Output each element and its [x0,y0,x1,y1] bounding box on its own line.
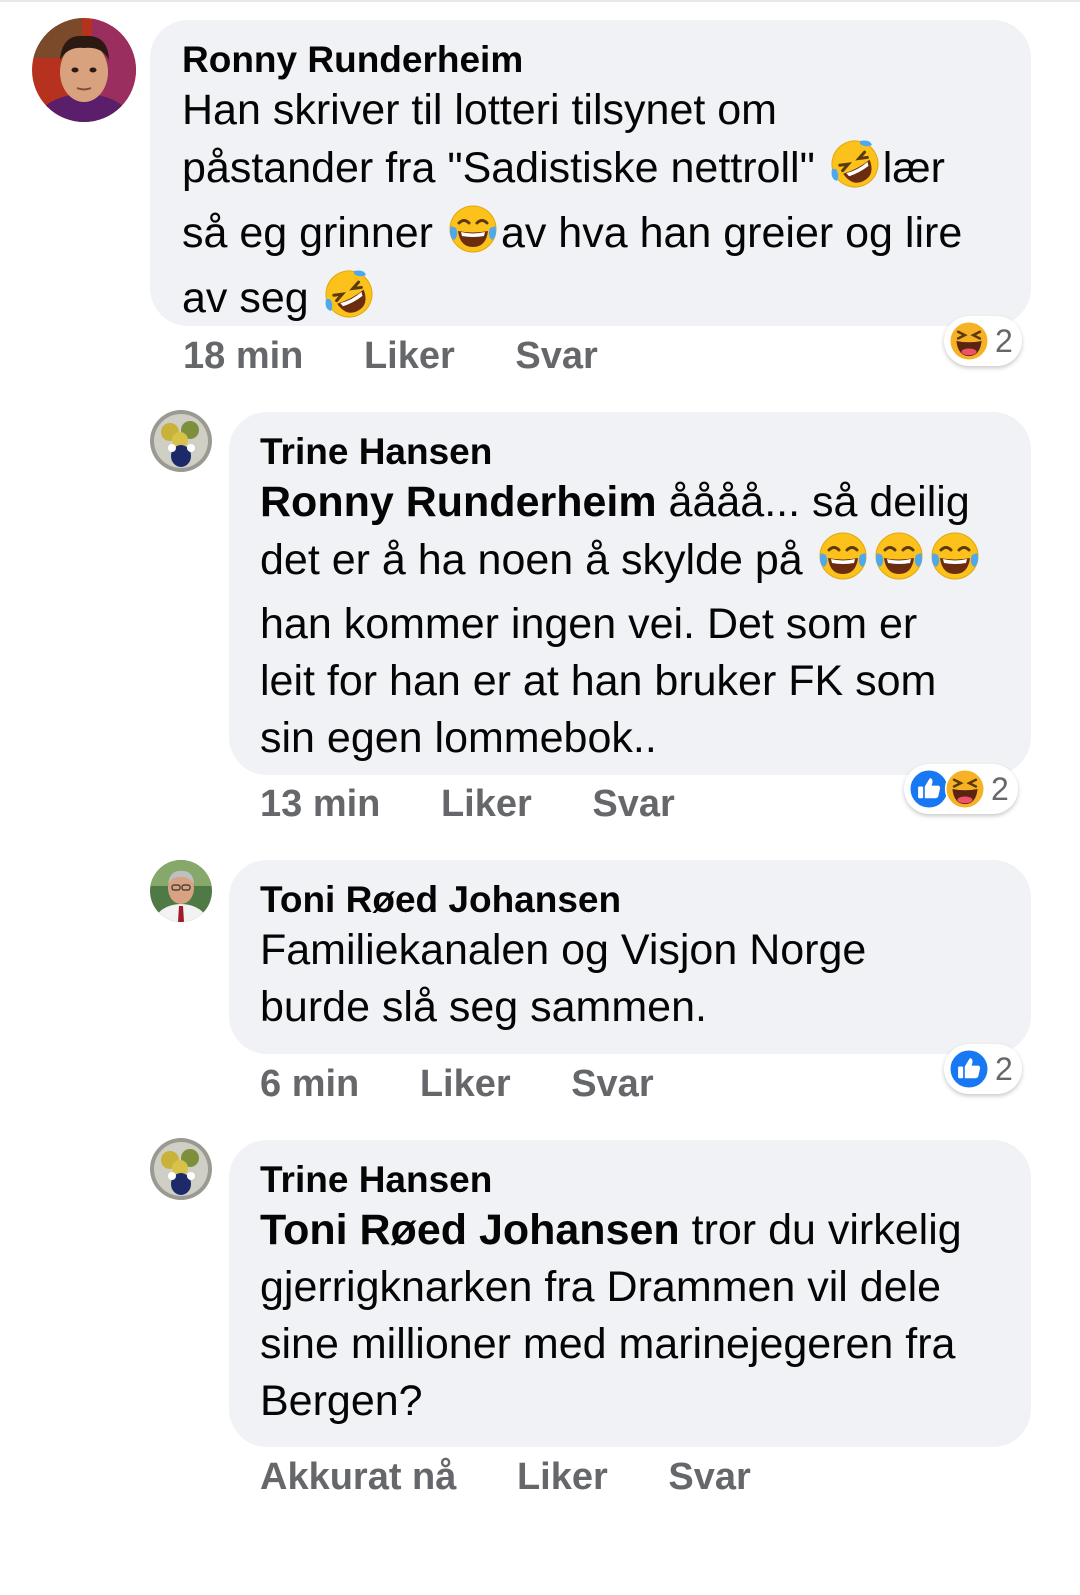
tears-of-joy-emoji-icon [874,531,924,596]
comment-text-segment: Familiekanalen og Visjon Norge [260,926,867,974]
comment-timestamp[interactable]: Akkurat nå [260,1456,456,1498]
reaction-summary[interactable]: 2 [944,1044,1022,1094]
comment-text-line: Bergen? [260,1373,997,1430]
comment-text-line: av seg [182,269,997,334]
comment-text-segment: av hva han greier og lire [500,209,963,257]
avatar-toni-roed-johansen[interactable] [150,860,212,922]
comment-text: Ronny Runderheim åååå... så deilig det e… [260,474,997,767]
rolling-on-floor-laughing-emoji-icon [830,139,880,204]
comment-text-line: Ronny Runderheim åååå... så deilig [260,474,997,531]
avatar-ronny-runderheim[interactable] [32,18,136,122]
comment-bubble: Ronny Runderheim Han skriver til lotteri… [150,20,1031,326]
comment-text-segment: sine millioner med marinejegeren fra [260,1320,956,1368]
like-button[interactable]: Liker [364,335,455,377]
comment-actions: 6 min Liker Svar [260,1063,704,1106]
comment-timestamp[interactable]: 6 min [260,1063,359,1105]
reaction-count: 2 [995,322,1013,359]
comment-text-line: påstander fra "Sadistiske nettroll" lær [182,139,997,204]
comment-text-segment: det er å ha noen å skylde på [260,536,815,584]
reaction-summary[interactable]: 2 [904,764,1018,814]
comment-text-line: leit for han er at han bruker FK som [260,653,997,710]
comment-text-segment: sin egen lommebok.. [260,714,657,762]
comment-text-line: han kommer ingen vei. Det som er [260,596,997,653]
comment-author[interactable]: Toni Røed Johansen [260,878,997,922]
comment-bubble: Trine Hansen Ronny Runderheim åååå... så… [229,412,1031,775]
reaction-count: 2 [995,1050,1013,1087]
comment-text-segment: lær [882,144,945,192]
comment-text: Toni Røed Johansen tror du virkelig gjer… [260,1202,997,1430]
tears-of-joy-emoji-icon [818,531,868,596]
reply-button[interactable]: Svar [592,783,674,825]
reaction-summary[interactable]: 2 [944,316,1022,366]
reply-button[interactable]: Svar [571,1063,653,1105]
reaction-count: 2 [991,770,1009,807]
comment-timestamp[interactable]: 18 min [183,335,303,377]
comment-text-segment: Han skriver til lotteri tilsynet om [182,86,777,134]
like-button[interactable]: Liker [517,1456,608,1498]
comment-actions: Akkurat nå Liker Svar [260,1456,801,1499]
reply-button[interactable]: Svar [515,335,597,377]
mention-link[interactable]: Toni Røed Johansen [260,1206,680,1254]
tears-of-joy-emoji-icon [930,531,980,596]
comment-text: Han skriver til lotteri tilsynet om påst… [182,82,997,334]
top-divider [0,0,1080,2]
comment-text-line: så eg grinner av hva han greier og lire [182,204,997,269]
comment-actions: 13 min Liker Svar [260,783,725,826]
comment-text-line: sin egen lommebok.. [260,710,997,767]
like-reaction-icon [948,1048,990,1090]
comment-author[interactable]: Trine Hansen [260,1158,997,1202]
comment-text-segment: påstander fra "Sadistiske nettroll" [182,144,827,192]
like-button[interactable]: Liker [441,783,532,825]
comment-text: Familiekanalen og Visjon Norge burde slå… [260,922,997,1036]
comment-text-segment: så eg grinner [182,209,445,257]
comment-text-segment: åååå... så deilig [668,478,970,526]
avatar-trine-hansen[interactable] [150,410,212,472]
comment-text-line: Toni Røed Johansen tror du virkelig [260,1202,997,1259]
comment-text-line: burde slå seg sammen. [260,979,997,1036]
comment-author[interactable]: Trine Hansen [260,430,997,474]
comment-text-line: gjerrigknarken fra Drammen vil dele [260,1259,997,1316]
comment-text-line: Familiekanalen og Visjon Norge [260,922,997,979]
mention-link[interactable]: Ronny Runderheim [260,478,657,526]
comment-text-segment: Bergen? [260,1377,423,1425]
comment-text-line: det er å ha noen å skylde på [260,531,997,596]
comment-timestamp[interactable]: 13 min [260,783,380,825]
comment-bubble: Trine Hansen Toni Røed Johansen tror du … [229,1140,1031,1447]
comment-text-segment: burde slå seg sammen. [260,983,707,1031]
avatar-trine-hansen[interactable] [150,1138,212,1200]
comment-actions: 18 min Liker Svar [183,335,648,378]
comment-text-line: Han skriver til lotteri tilsynet om [182,82,997,139]
like-button[interactable]: Liker [420,1063,511,1105]
haha-reaction-icon [948,320,990,362]
haha-reaction-icon [944,768,986,810]
comment-text-segment: av seg [182,274,321,322]
rolling-on-floor-laughing-emoji-icon [324,269,374,334]
comment-text-segment: han kommer ingen vei. Det som er [260,600,918,648]
comment-text-line: sine millioner med marinejegeren fra [260,1316,997,1373]
reply-button[interactable]: Svar [668,1456,750,1498]
tears-of-joy-emoji-icon [448,204,498,269]
comment-text-segment: tror du virkelig [691,1206,962,1254]
comment-author[interactable]: Ronny Runderheim [182,38,997,82]
comment-text-segment: gjerrigknarken fra Drammen vil dele [260,1263,942,1311]
comment-text-segment: leit for han er at han bruker FK som [260,657,937,705]
comment-bubble: Toni Røed Johansen Familiekanalen og Vis… [229,860,1031,1054]
